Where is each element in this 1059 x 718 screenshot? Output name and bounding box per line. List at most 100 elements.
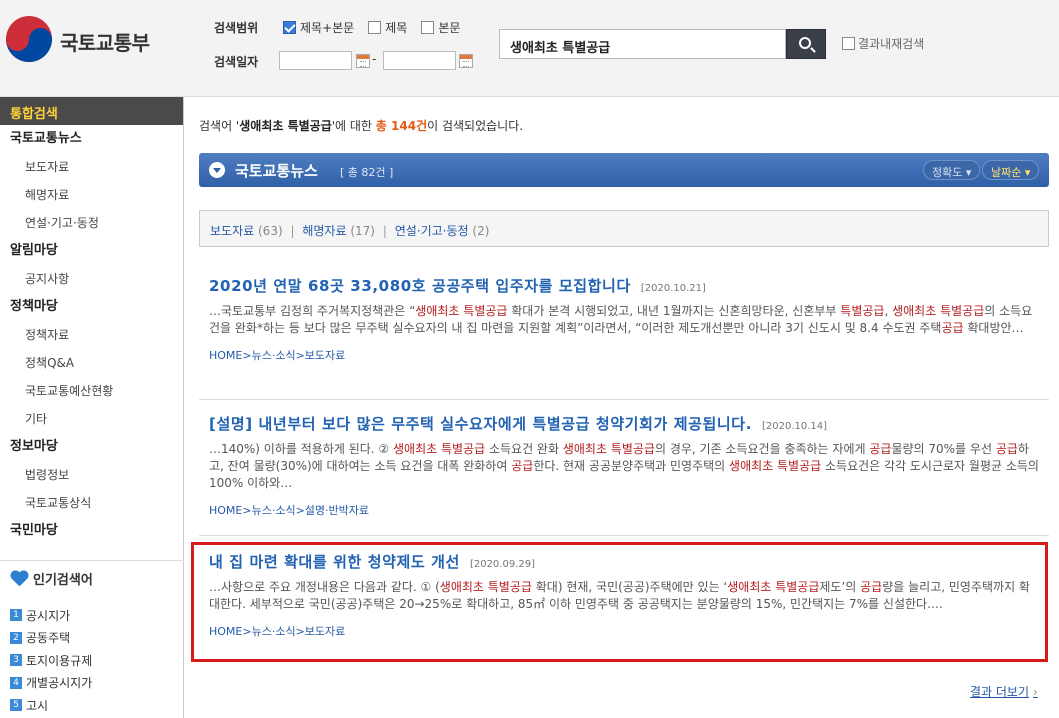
taegeuk-emblem-icon — [6, 16, 52, 62]
sidebar: 통합검색 국토교통뉴스 보도자료 해명자료 연설·기고·동정 알림마당 공지사항… — [0, 97, 184, 718]
filter-count: (2) — [472, 224, 490, 238]
sidebar-item-law[interactable]: 법령정보 — [0, 461, 183, 489]
more-results-label: 결과 더보기 — [970, 685, 1030, 699]
keyword-highlight: 공급 — [869, 442, 892, 456]
result-divider — [199, 535, 1049, 536]
popular-keywords-list: 1 공시지가 2 공동주택 3 토지이용규제 4 개별공시지가 5 고시 — [10, 604, 92, 717]
summary-prefix: 검색어 ' — [199, 119, 240, 133]
result-title-link[interactable]: 2020년 연말 68곳 33,080호 공공주택 입주자를 모집합니다 — [209, 277, 631, 295]
start-date-input[interactable] — [279, 51, 352, 70]
search-result: 2020년 연말 68곳 33,080호 공공주택 입주자를 모집합니다 [202… — [209, 275, 1039, 363]
scope-body-checkbox[interactable] — [421, 21, 435, 34]
logo-text: 국토교통부 — [60, 31, 150, 55]
ministry-logo[interactable]: 국토교통부 — [6, 16, 166, 64]
result-snippet: …140%) 이하를 적용하게 된다. ② 생애최초 특별공급 소득요건 완화 … — [209, 441, 1039, 492]
sidebar-item-explanation[interactable]: 해명자료 — [0, 181, 183, 209]
search-summary: 검색어 '생애최초 특별공급'에 대한 총 144건이 검색되었습니다. — [199, 117, 523, 134]
result-heading: [설명] 내년부터 보다 많은 무주택 실수요자에게 특별공급 청약기회가 제공… — [209, 413, 1039, 434]
rank-badge: 4 — [10, 676, 22, 689]
search-within-results[interactable]: 결과내재검색 — [842, 35, 924, 52]
result-title-link[interactable]: [설명] 내년부터 보다 많은 무주택 실수요자에게 특별공급 청약기회가 제공… — [209, 415, 752, 433]
summary-suffix: 이 검색되었습니다. — [427, 119, 524, 133]
sidebar-item-policy-data[interactable]: 정책자료 — [0, 321, 183, 349]
sidebar-item-speech[interactable]: 연설·기고·동정 — [0, 209, 183, 237]
scope-title-body-checkbox[interactable] — [283, 21, 296, 34]
popular-keywords-title: 인기검색어 — [10, 569, 93, 588]
search-scope-label: 검색범위 — [214, 21, 259, 35]
sidebar-item-budget[interactable]: 국토교통예산현황 — [0, 377, 183, 405]
scope-title-checkbox[interactable] — [368, 21, 382, 34]
sidebar-title-integrated-search[interactable]: 통합검색 — [0, 97, 183, 125]
sidebar-item-etc[interactable]: 기타 — [0, 405, 183, 433]
scope-option-label: 제목 — [385, 21, 408, 35]
popular-keyword[interactable]: 5 고시 — [10, 694, 92, 717]
keyword-highlight: 특별공급 — [840, 304, 885, 318]
rank-badge: 3 — [10, 654, 22, 667]
snippet-text: , — [884, 304, 893, 318]
keyword-highlight: 공급 — [995, 442, 1018, 456]
category-filter: 보도자료 (63) | 해명자료 (17) | 연설·기고·동정 (2) — [199, 210, 1049, 247]
snippet-text: …국토교통부 김정희 주거복지정책관은 “ — [209, 304, 416, 318]
popular-keyword[interactable]: 4 개별공시지가 — [10, 672, 92, 695]
sidebar-category-news[interactable]: 국토교통뉴스 — [0, 125, 183, 153]
filter-count: (63) — [258, 224, 283, 238]
search-date-label: 검색일자 — [214, 55, 259, 69]
sidebar-category-notice[interactable]: 알림마당 — [0, 237, 183, 265]
result-date: [2020.10.21] — [640, 283, 706, 294]
result-date: [2020.10.14] — [762, 421, 828, 432]
popular-keyword[interactable]: 3 토지이용규제 — [10, 649, 92, 672]
filter-speech[interactable]: 연설·기고·동정 — [395, 224, 469, 238]
keyword-highlight: 생애최초 특별공급 — [415, 304, 508, 318]
heart-icon — [10, 571, 28, 587]
sidebar-category-policy[interactable]: 정책마당 — [0, 293, 183, 321]
rank-badge: 1 — [10, 609, 22, 622]
header: 국토교통부 검색범위 제목+본문 제목 본문 검색일자 - 생애최초 특별공급 … — [0, 0, 1059, 97]
keyword-highlight: 생애최초 특별공급 — [729, 459, 822, 473]
keyword-label: 토지이용규제 — [26, 653, 93, 668]
result-heading: 2020년 연말 68곳 33,080호 공공주택 입주자를 모집합니다 [202… — [209, 275, 1039, 296]
filter-press-release[interactable]: 보도자료 — [210, 224, 254, 238]
section-header-news: 국토교통뉴스 [ 총 82건 ] 정확도 ▾ 날짜순 ▾ — [199, 153, 1049, 187]
result-breadcrumb[interactable]: HOME>뉴스·소식>보도자료 — [209, 347, 1039, 363]
search-within-checkbox[interactable] — [842, 37, 855, 50]
snippet-text: 의 경우, 기존 소득요건을 충족하는 자에게 — [654, 442, 870, 456]
sidebar-item-press-release[interactable]: 보도자료 — [0, 153, 183, 181]
popular-keywords-label: 인기검색어 — [33, 573, 93, 588]
result-breadcrumb[interactable]: HOME>뉴스·소식>설명·반박자료 — [209, 502, 1039, 518]
calendar-icon[interactable] — [356, 54, 370, 68]
snippet-text: 한다. 현재 공공분양주택과 민영주택의 — [533, 459, 730, 473]
filter-count: (17) — [350, 224, 375, 238]
sidebar-category-info[interactable]: 정보마당 — [0, 433, 183, 461]
keyword-label: 고시 — [26, 698, 49, 713]
collapse-icon[interactable] — [209, 162, 225, 178]
sidebar-category-citizen[interactable]: 국민마당 — [0, 517, 183, 545]
popular-keyword[interactable]: 2 공동주택 — [10, 627, 92, 650]
snippet-text: …140%) 이하를 적용하게 된다. ② — [209, 442, 393, 456]
filter-explanation[interactable]: 해명자료 — [302, 224, 346, 238]
scope-option-label: 본문 — [438, 21, 461, 35]
section-count: [ 총 82건 ] — [340, 166, 394, 179]
sidebar-item-announcement[interactable]: 공지사항 — [0, 265, 183, 293]
search-icon — [799, 37, 811, 49]
snippet-text: 확대방안… — [963, 321, 1024, 335]
snippet-text: 물량의 70%를 우선 — [891, 442, 996, 456]
summary-keyword: 생애최초 특별공급 — [239, 119, 332, 133]
search-input[interactable]: 생애최초 특별공급 — [499, 29, 786, 59]
main-content: 검색어 '생애최초 특별공급'에 대한 총 144건이 검색되었습니다. 국토교… — [191, 97, 1049, 718]
sort-date-button[interactable]: 날짜순 ▾ — [982, 160, 1040, 180]
sidebar-item-knowledge[interactable]: 국토교통상식 — [0, 489, 183, 517]
popular-keyword[interactable]: 1 공시지가 — [10, 604, 92, 627]
search-button[interactable] — [786, 29, 826, 59]
keyword-label: 공동주택 — [26, 631, 71, 646]
chevron-right-icon: › — [1033, 685, 1038, 699]
sidebar-divider — [0, 560, 184, 561]
keyword-highlight: 생애최초 특별공급 — [562, 442, 655, 456]
keyword-highlight: 생애최초 특별공급 — [892, 304, 985, 318]
result-snippet: …국토교통부 김정희 주거복지정책관은 “생애최초 특별공급 확대가 본격 시행… — [209, 303, 1039, 337]
more-results-link[interactable]: 결과 더보기 › — [970, 683, 1038, 700]
calendar-icon[interactable] — [459, 54, 473, 68]
sidebar-item-policy-qa[interactable]: 정책Q&A — [0, 349, 183, 377]
sort-accuracy-button[interactable]: 정확도 ▾ — [923, 160, 981, 180]
summary-count: 총 144건 — [375, 119, 428, 133]
end-date-input[interactable] — [383, 51, 456, 70]
